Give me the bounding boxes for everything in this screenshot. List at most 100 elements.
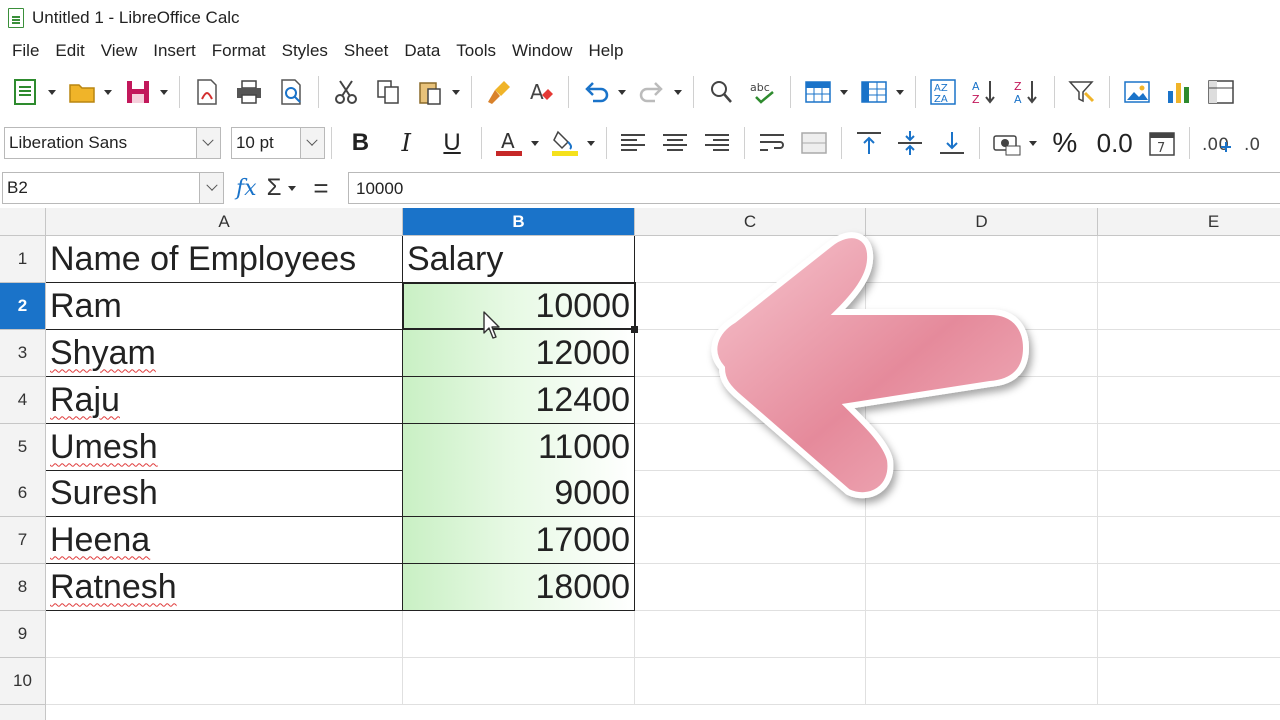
number-format-button[interactable]: 0.0 — [1093, 128, 1137, 159]
name-box-dropdown-icon[interactable] — [199, 173, 223, 203]
pivot-table-icon[interactable] — [1203, 74, 1239, 110]
cell-d9[interactable] — [866, 611, 1098, 658]
cell-a7[interactable]: Heena — [46, 517, 403, 564]
print-icon[interactable] — [231, 74, 267, 110]
delete-decimal-icon[interactable]: .0 — [1241, 125, 1277, 161]
function-wizard-icon[interactable]: fx — [236, 176, 257, 201]
formula-icon[interactable]: = — [313, 173, 328, 204]
column-header-a[interactable]: A — [46, 208, 403, 236]
column-header-b[interactable]: B — [403, 208, 635, 236]
open-folder-icon[interactable] — [64, 74, 100, 110]
underline-button[interactable]: U — [434, 129, 470, 157]
percent-format-button[interactable]: % — [1047, 127, 1083, 159]
menu-view[interactable]: View — [93, 41, 146, 61]
name-box[interactable]: B2 — [2, 172, 224, 204]
cell-a3[interactable]: Shyam — [46, 330, 403, 377]
cell-e7[interactable] — [1098, 517, 1280, 564]
cell-a1[interactable]: Name of Employees — [46, 236, 403, 283]
sum-icon[interactable]: Σ — [267, 174, 282, 202]
new-spreadsheet-icon[interactable] — [8, 74, 44, 110]
sort-ascending-icon[interactable]: AZ — [967, 74, 1003, 110]
cell-b4[interactable]: 12400 — [403, 377, 635, 424]
paste-icon[interactable] — [412, 74, 448, 110]
cell-b2[interactable]: 10000 — [403, 283, 635, 330]
autofilter-icon[interactable] — [1064, 74, 1100, 110]
menu-insert[interactable]: Insert — [145, 41, 204, 61]
undo-icon[interactable] — [578, 74, 614, 110]
font-color-icon[interactable]: A — [491, 125, 527, 161]
menu-file[interactable]: File — [4, 41, 47, 61]
row-header-9[interactable]: 9 — [0, 611, 46, 658]
cell-e1[interactable] — [1098, 236, 1280, 283]
insert-image-icon[interactable] — [1119, 74, 1155, 110]
find-replace-icon[interactable] — [703, 74, 739, 110]
spelling-icon[interactable]: abc — [745, 74, 781, 110]
cell-e5[interactable] — [1098, 424, 1280, 471]
font-size-box[interactable]: 10 pt — [230, 127, 325, 159]
menu-edit[interactable]: Edit — [47, 41, 92, 61]
cell-a10[interactable] — [46, 658, 403, 705]
merge-cells-icon[interactable] — [796, 125, 832, 161]
cell-b6[interactable]: 9000 — [403, 470, 635, 517]
cell-a6[interactable]: Suresh — [46, 470, 403, 517]
insert-chart-icon[interactable] — [1161, 74, 1197, 110]
cell-b1[interactable]: Salary — [403, 236, 635, 283]
menu-sheet[interactable]: Sheet — [336, 41, 396, 61]
font-size-dropdown-icon[interactable] — [299, 128, 324, 158]
row-header-11[interactable] — [0, 705, 46, 720]
row-header-2[interactable]: 2 — [0, 283, 46, 330]
row-header-5[interactable]: 5 — [0, 424, 46, 471]
print-preview-icon[interactable] — [273, 74, 309, 110]
cell-a4[interactable]: Raju — [46, 377, 403, 424]
column-icon[interactable] — [856, 74, 892, 110]
menu-data[interactable]: Data — [396, 41, 448, 61]
cell-b3[interactable]: 12000 — [403, 330, 635, 377]
add-decimal-icon[interactable]: .00 — [1199, 125, 1235, 161]
menu-tools[interactable]: Tools — [448, 41, 504, 61]
cell-d10[interactable] — [866, 658, 1098, 705]
cell-a9[interactable] — [46, 611, 403, 658]
menu-styles[interactable]: Styles — [274, 41, 336, 61]
sort-icon[interactable]: AZ ZA — [925, 74, 961, 110]
font-name-box[interactable]: Liberation Sans — [4, 127, 221, 159]
sum-dropdown-icon[interactable] — [287, 170, 297, 206]
row-header-4[interactable]: 4 — [0, 377, 46, 424]
clone-formatting-icon[interactable] — [481, 74, 517, 110]
row-header-8[interactable]: 8 — [0, 564, 46, 611]
italic-button[interactable]: I — [388, 129, 424, 157]
redo-icon[interactable] — [634, 74, 670, 110]
cell-d8[interactable] — [866, 564, 1098, 611]
cell-d7[interactable] — [866, 517, 1098, 564]
align-center-icon[interactable] — [657, 125, 693, 161]
column-dropdown-icon[interactable] — [895, 74, 905, 110]
wrap-text-icon[interactable] — [754, 125, 790, 161]
menu-help[interactable]: Help — [580, 41, 631, 61]
paste-dropdown-icon[interactable] — [451, 74, 461, 110]
align-right-icon[interactable] — [699, 125, 735, 161]
cell-e2[interactable] — [1098, 283, 1280, 330]
align-top-icon[interactable] — [851, 125, 887, 161]
currency-format-icon[interactable] — [989, 125, 1025, 161]
currency-dropdown-icon[interactable] — [1028, 125, 1038, 161]
bold-button[interactable]: B — [343, 129, 379, 157]
font-color-dropdown-icon[interactable] — [530, 125, 540, 161]
new-dropdown-icon[interactable] — [47, 74, 57, 110]
cell-e3[interactable] — [1098, 330, 1280, 377]
cell-b7[interactable]: 17000 — [403, 517, 635, 564]
sort-descending-icon[interactable]: ZA — [1009, 74, 1045, 110]
cell-b9[interactable] — [403, 611, 635, 658]
font-name-dropdown-icon[interactable] — [195, 128, 220, 158]
cell-e4[interactable] — [1098, 377, 1280, 424]
save-dropdown-icon[interactable] — [159, 74, 169, 110]
cell-c8[interactable] — [635, 564, 866, 611]
cell-c7[interactable] — [635, 517, 866, 564]
column-header-e[interactable]: E — [1098, 208, 1280, 236]
align-bottom-icon[interactable] — [934, 125, 970, 161]
fill-handle[interactable] — [631, 326, 638, 333]
cell-b10[interactable] — [403, 658, 635, 705]
menu-window[interactable]: Window — [504, 41, 580, 61]
export-pdf-icon[interactable] — [189, 74, 225, 110]
clear-formatting-icon[interactable]: A — [523, 74, 559, 110]
select-all-corner[interactable] — [0, 208, 46, 236]
open-dropdown-icon[interactable] — [103, 74, 113, 110]
